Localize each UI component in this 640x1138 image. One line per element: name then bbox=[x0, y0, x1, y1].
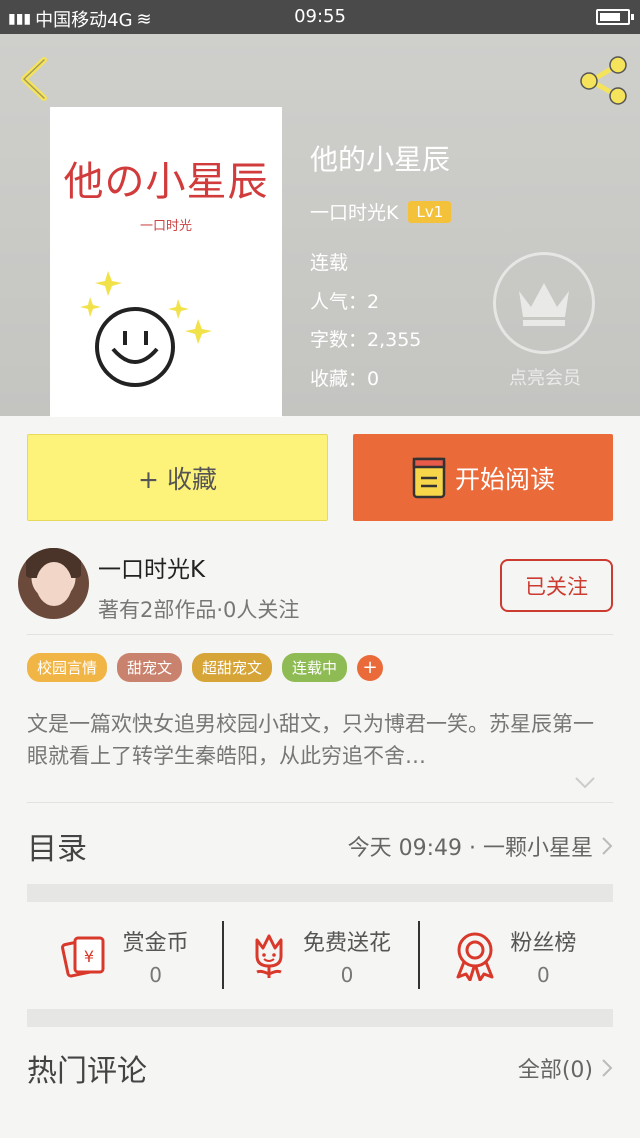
book-meta: 连载 人气：2 字数：2,355 收藏：0 bbox=[310, 244, 421, 398]
cover-title: 他の小星辰 bbox=[63, 159, 269, 205]
tag-sweet[interactable]: 甜宠文 bbox=[117, 653, 183, 682]
catalog-latest: 今天 09:49 · 一颗小星星 bbox=[347, 836, 593, 861]
tag-serializing[interactable]: 连载中 bbox=[282, 653, 348, 682]
book-cover[interactable]: 他の小星辰 一口时光 bbox=[50, 107, 282, 417]
fan-ranking-label: 粉丝榜 bbox=[510, 931, 577, 956]
flower-icon bbox=[255, 934, 283, 978]
level-badge: Lv1 bbox=[408, 200, 452, 223]
reward-coins-count: 0 bbox=[149, 963, 163, 987]
medal-icon bbox=[456, 932, 494, 981]
catalog-title: 目录 bbox=[27, 832, 87, 867]
vip-badge[interactable] bbox=[493, 252, 595, 354]
tag-super-sweet[interactable]: 超甜宠文 bbox=[192, 653, 273, 682]
free-flower-button[interactable]: 免费送花 0 bbox=[222, 903, 417, 1009]
chevron-right-icon bbox=[602, 1059, 613, 1077]
hot-comments-title: 热门评论 bbox=[27, 1054, 147, 1089]
smiley-icon bbox=[80, 271, 212, 387]
book-title: 他的小星辰 bbox=[310, 143, 451, 176]
author-name[interactable]: 一口时光K bbox=[310, 198, 398, 225]
status-bar: ▮▮▮ 中国移动4G ≋ 09:55 bbox=[0, 0, 640, 34]
free-flower-label: 免费送花 bbox=[302, 931, 391, 956]
svg-text:¥: ¥ bbox=[84, 947, 94, 966]
book-description[interactable]: 文是一篇欢快女追男校园小甜文，只为博君一笑。苏星辰第一眼就看上了转学生秦皓阳，从… bbox=[27, 708, 613, 772]
all-comments-link[interactable]: 全部(0) bbox=[518, 1052, 593, 1084]
back-icon[interactable] bbox=[16, 56, 52, 102]
chevron-down-icon[interactable] bbox=[574, 776, 596, 790]
divider bbox=[27, 634, 613, 635]
fan-ranking-count: 0 bbox=[536, 963, 550, 987]
book-header: 他の小星辰 一口时光 他的小星辰 一口时光K Lv1 连载 人气：2 字数：2,… bbox=[0, 34, 640, 417]
author-row: 一口时光K Lv1 bbox=[310, 198, 452, 225]
section-separator bbox=[27, 1009, 613, 1027]
section-separator bbox=[27, 884, 613, 902]
avatar[interactable] bbox=[18, 548, 89, 619]
free-flower-count: 0 bbox=[340, 963, 354, 987]
serial-status: 连载 bbox=[310, 252, 349, 274]
word-count: 字数：2,355 bbox=[310, 329, 422, 351]
author-card-sub: 著有2部作品·0人关注 bbox=[98, 598, 300, 622]
crown-icon bbox=[519, 283, 569, 326]
start-reading-button[interactable]: 开始阅读 bbox=[353, 434, 613, 521]
chevron-right-icon bbox=[602, 837, 613, 855]
hot-comments-row[interactable]: 热门评论 全部(0) bbox=[27, 1038, 613, 1098]
status-time: 09:55 bbox=[294, 6, 346, 27]
book-icon bbox=[412, 457, 446, 498]
start-reading-label: 开始阅读 bbox=[454, 464, 555, 494]
share-icon[interactable] bbox=[578, 54, 630, 106]
red-envelope-icon: ¥ bbox=[60, 936, 105, 978]
collect-button[interactable]: + 收藏 bbox=[27, 434, 328, 521]
follow-button[interactable]: 已关注 bbox=[500, 559, 613, 612]
cover-author: 一口时光 bbox=[139, 219, 192, 234]
divider bbox=[27, 802, 613, 803]
add-tag-button[interactable]: + bbox=[357, 654, 384, 681]
popularity: 人气：2 bbox=[310, 290, 380, 313]
battery-icon bbox=[596, 9, 634, 25]
author-card-name[interactable]: 一口时光K bbox=[98, 550, 205, 584]
reward-coins-button[interactable]: ¥ 赏金币 0 bbox=[27, 903, 222, 1009]
favorites-count: 收藏：0 bbox=[310, 367, 380, 390]
tag-list: 校园言情 甜宠文 超甜宠文 连载中 + bbox=[27, 653, 384, 682]
fan-ranking-button[interactable]: 粉丝榜 0 bbox=[417, 903, 613, 1009]
tag-campus-romance[interactable]: 校园言情 bbox=[27, 653, 108, 682]
reward-coins-label: 赏金币 bbox=[122, 931, 189, 956]
avatar-face bbox=[36, 562, 72, 606]
catalog-row[interactable]: 目录 今天 09:49 · 一颗小星星 bbox=[27, 816, 613, 876]
vip-label[interactable]: 点亮会员 bbox=[480, 364, 610, 390]
stats-bar: ¥ 赏金币 0 免费送花 0 粉丝榜 0 bbox=[27, 903, 613, 1009]
